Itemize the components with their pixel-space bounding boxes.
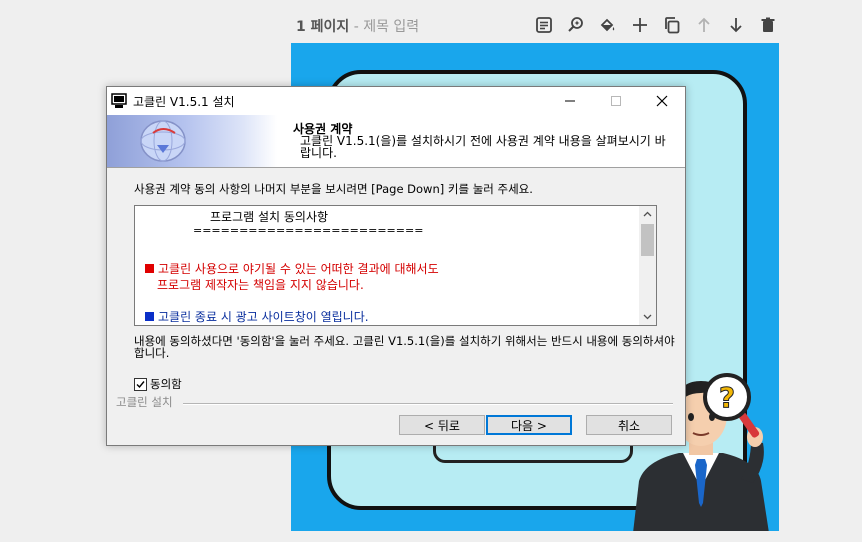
license-warning-line-2: 프로그램 제작자는 책임을 지지 않습니다. <box>157 278 364 292</box>
back-button[interactable]: < 뒤로 <box>399 415 485 435</box>
page-title-input[interactable]: 제목 입력 <box>363 19 419 35</box>
checkmark-icon <box>136 380 145 388</box>
license-notice-text: 고클린 종료 시 광고 사이트창이 열립니다. <box>158 310 369 324</box>
arrow-down-icon <box>730 18 742 33</box>
license-rule: ========================= <box>193 224 424 237</box>
header-description: 고클린 V1.5.1(을)를 설치하시기 전에 사용권 계약 내용을 살펴보시기… <box>300 134 666 160</box>
license-scrollbar[interactable] <box>639 206 656 325</box>
duplicate-page-button[interactable] <box>656 13 688 37</box>
move-page-up-button[interactable] <box>688 13 720 37</box>
dialog-title: 고클린 V1.5.1 설치 <box>133 95 235 109</box>
arrow-up-icon <box>698 17 710 32</box>
plus-icon <box>633 18 647 32</box>
next-button[interactable]: 다음 > <box>486 415 572 435</box>
cancel-button[interactable]: 취소 <box>586 415 672 435</box>
trash-icon <box>761 17 775 32</box>
svg-text:?: ? <box>719 381 735 414</box>
close-button[interactable] <box>639 87 685 115</box>
fill-color-button[interactable] <box>592 13 624 37</box>
add-page-button[interactable] <box>624 13 656 37</box>
agree-checkbox[interactable]: 동의함 <box>134 376 182 392</box>
license-warning-text-1: 고클린 사용으로 야기될 수 있는 어떠한 결과에 대해서도 <box>158 262 439 276</box>
magic-search-icon <box>568 17 583 32</box>
maximize-button[interactable] <box>593 87 639 115</box>
duplicate-icon <box>665 17 680 34</box>
page-toolbar <box>528 13 784 37</box>
page-title-separator: - <box>349 19 364 35</box>
memo-button[interactable] <box>528 13 560 37</box>
branding-divider <box>183 403 673 405</box>
red-square-bullet-icon <box>145 264 154 273</box>
installer-app-icon <box>111 93 127 108</box>
dialog-header-banner: 사용권 계약 고클린 V1.5.1(을)를 설치하시기 전에 사용권 계약 내용… <box>107 115 685 168</box>
agree-checkbox-box[interactable] <box>134 377 147 391</box>
magic-search-button[interactable] <box>560 13 592 37</box>
scroll-thumb[interactable] <box>641 224 654 256</box>
close-icon <box>656 95 668 107</box>
delete-page-button[interactable] <box>752 13 784 37</box>
page-header: 1 페이지 - 제목 입력 <box>296 16 419 36</box>
agree-checkbox-label[interactable]: 동의함 <box>150 376 182 392</box>
scroll-up-button[interactable] <box>639 206 656 223</box>
page-number: 1 페이지 <box>296 19 350 35</box>
maximize-icon <box>611 96 621 106</box>
paint-bucket-icon <box>600 18 615 32</box>
scroll-down-button[interactable] <box>639 308 656 325</box>
minimize-icon <box>565 100 575 102</box>
agreement-note-text: 내용에 동의하셨다면 '동의함'을 눌러 주세요. 고클린 V1.5.1(을)를… <box>134 334 675 360</box>
license-notice-line: 고클린 종료 시 광고 사이트창이 열립니다. <box>145 308 369 325</box>
installer-dialog: 고클린 V1.5.1 설치 사용권 계약 고클린 V1.5.1(을)를 설치하시… <box>106 86 686 446</box>
globe-logo-icon <box>140 120 186 162</box>
license-instruction-text: 사용권 계약 동의 사항의 나머지 부분을 보시려면 [Page Down] 키… <box>134 182 533 196</box>
banner-artwork <box>107 115 277 167</box>
license-textbox[interactable]: 프로그램 설치 동의사항 ========================= 고… <box>134 205 657 326</box>
blue-square-bullet-icon <box>145 312 154 321</box>
branding-label: 고클린 설치 <box>116 394 176 410</box>
dialog-titlebar[interactable]: 고클린 V1.5.1 설치 <box>107 87 685 115</box>
chevron-down-icon <box>643 314 652 320</box>
memo-icon <box>536 17 552 33</box>
minimize-button[interactable] <box>547 87 593 115</box>
chevron-up-icon <box>643 211 652 217</box>
move-page-down-button[interactable] <box>720 13 752 37</box>
license-title: 프로그램 설치 동의사항 <box>210 210 329 224</box>
license-warning-line-1: 고클린 사용으로 야기될 수 있는 어떠한 결과에 대해서도 <box>145 260 439 277</box>
